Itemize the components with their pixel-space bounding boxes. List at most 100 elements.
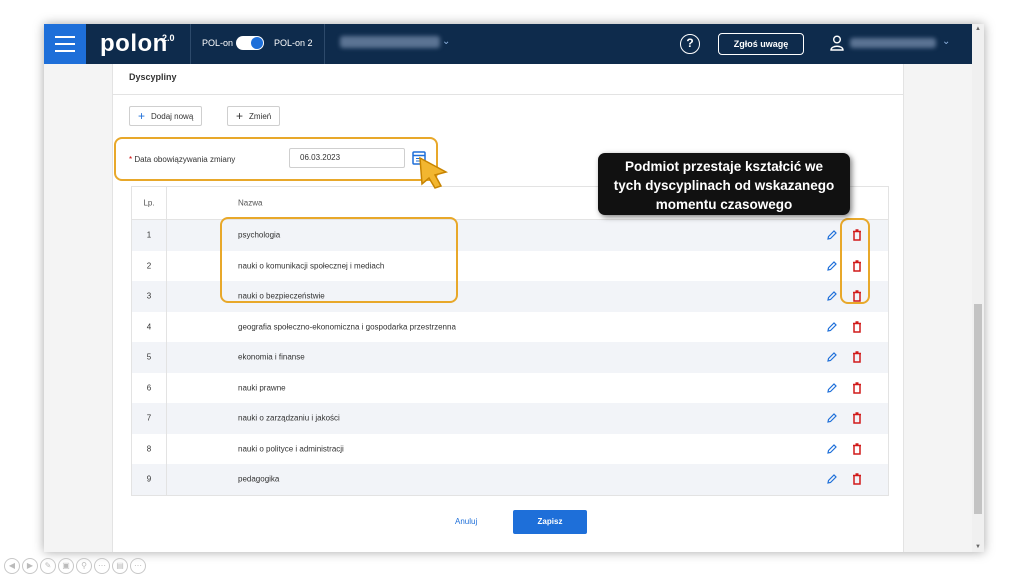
delete-trash-icon[interactable] [852, 473, 862, 485]
divider [166, 464, 167, 495]
divider [166, 220, 167, 251]
menu-icon[interactable]: ⋯ [94, 558, 110, 574]
form-actions: Anuluj Zapisz [113, 510, 903, 536]
table-row: 4 geografia społeczno-ekonomiczna i gospo… [132, 311, 888, 342]
cancel-button[interactable]: Anuluj [455, 517, 477, 526]
toggle-label-right: POL-on 2 [274, 38, 313, 48]
plus-icon: + [138, 109, 146, 123]
edit-pencil-icon[interactable] [826, 290, 838, 302]
institution-selector[interactable] [340, 36, 440, 48]
annotation-callout: Podmiot przestaje kształcić we tych dysc… [598, 153, 850, 215]
pointer-cursor-icon [419, 156, 449, 189]
date-label: * Data obowiązywania zmiany [129, 155, 235, 164]
section-title: Dyscypliny [129, 72, 177, 82]
edit-pencil-icon[interactable] [826, 382, 838, 394]
top-navbar: polon 2.0 POL-on POL-on 2 ⌄ ? Zgłoś uwag… [44, 24, 972, 64]
row-number: 3 [146, 291, 152, 301]
help-icon[interactable]: ? [680, 34, 700, 54]
discipline-name: nauki o komunikacji społecznej i mediach [238, 261, 385, 271]
delete-trash-icon[interactable] [852, 290, 862, 302]
edit-pencil-icon[interactable] [826, 229, 838, 241]
pen-icon[interactable]: ✎ [40, 558, 56, 574]
table-row: 3 nauki o bezpieczeństwie [132, 281, 888, 312]
discipline-name: nauki o zarządzaniu i jakości [238, 413, 340, 423]
edit-pencil-icon[interactable] [826, 260, 838, 272]
discipline-name: psychologia [238, 230, 281, 240]
disciplines-table: Lp. Nazwa 1 psychologia 2 nauki o komunikac… [131, 186, 889, 496]
divider [166, 281, 167, 312]
edit-pencil-icon[interactable] [826, 443, 838, 455]
next-icon[interactable]: ▶ [22, 558, 38, 574]
add-new-button[interactable]: + Dodaj nową [129, 106, 203, 126]
discipline-name: nauki o bezpieczeństwie [238, 291, 325, 301]
divider [166, 433, 167, 464]
delete-trash-icon[interactable] [852, 412, 862, 424]
edit-pencil-icon[interactable] [826, 321, 838, 333]
more-icon[interactable]: ⋯ [130, 558, 146, 574]
discipline-name: pedagogika [238, 474, 280, 484]
table-row: 1 psychologia [132, 220, 888, 251]
slides-icon[interactable]: ▣ [58, 558, 74, 574]
main-content: Dyscypliny + Dodaj nową + Zmień * Data obo… [44, 64, 972, 552]
column-header-lp: Lp. [143, 198, 155, 208]
row-number: 6 [146, 383, 152, 393]
captions-icon[interactable]: ▤ [112, 558, 128, 574]
row-number: 2 [146, 261, 152, 271]
callout-line: momentu czasowego [655, 197, 793, 212]
change-button[interactable]: + Zmień [227, 106, 281, 126]
user-icon[interactable] [830, 35, 844, 51]
row-number: 9 [146, 474, 152, 484]
required-mark: * [129, 155, 133, 164]
save-button[interactable]: Zapisz [513, 510, 587, 534]
callout-line: Podmiot przestaje kształcić we [624, 159, 824, 174]
table-row: 7 nauki o zarządzaniu i jakości [132, 403, 888, 434]
edit-pencil-icon[interactable] [826, 351, 838, 363]
delete-trash-icon[interactable] [852, 321, 862, 333]
add-new-label: Dodaj nową [151, 112, 194, 121]
scroll-thumb[interactable] [974, 304, 982, 514]
plus-icon: + [236, 109, 244, 123]
divider [166, 187, 167, 219]
discipline-name: nauki o polityce i administracji [238, 444, 344, 454]
pol-on-version-toggle[interactable] [236, 36, 264, 50]
vertical-scrollbar[interactable]: ▲ ▼ [972, 24, 984, 552]
change-label: Zmień [249, 112, 272, 121]
edit-pencil-icon[interactable] [826, 473, 838, 485]
divider [324, 24, 325, 64]
row-number: 5 [146, 352, 152, 362]
scroll-up-icon[interactable]: ▲ [975, 26, 981, 32]
column-header-name: Nazwa [238, 198, 263, 208]
polon-logo[interactable]: polon [100, 30, 168, 58]
scroll-down-icon[interactable]: ▼ [975, 544, 981, 550]
previous-icon[interactable]: ◀ [4, 558, 20, 574]
hamburger-menu-icon[interactable] [44, 24, 86, 64]
report-feedback-button[interactable]: Zgłoś uwagę [718, 33, 804, 55]
callout-line: tych dyscyplinach od wskazanego [613, 178, 835, 193]
row-number: 4 [146, 322, 152, 332]
chevron-down-icon[interactable]: ⌄ [942, 36, 950, 47]
chevron-down-icon[interactable]: ⌄ [442, 36, 450, 47]
delete-trash-icon[interactable] [852, 443, 862, 455]
zoom-icon[interactable]: ⚲ [76, 558, 92, 574]
divider [166, 372, 167, 403]
divider [166, 250, 167, 281]
divider [166, 342, 167, 373]
discipline-name: ekonomia i finanse [238, 352, 305, 362]
edit-pencil-icon[interactable] [826, 412, 838, 424]
discipline-name: nauki prawne [238, 383, 286, 393]
delete-trash-icon[interactable] [852, 229, 862, 241]
table-row: 8 nauki o polityce i administracji [132, 433, 888, 464]
logo-version: 2.0 [162, 33, 175, 43]
delete-trash-icon[interactable] [852, 260, 862, 272]
date-label-text: Data obowiązywania zmiany [134, 155, 236, 164]
change-date-input[interactable]: 06.03.2023 [289, 148, 405, 168]
divider [190, 24, 191, 64]
table-row: 6 nauki prawne [132, 372, 888, 403]
divider [166, 311, 167, 342]
delete-trash-icon[interactable] [852, 382, 862, 394]
toggle-label-left: POL-on [202, 38, 234, 48]
table-row: 9 pedagogika [132, 464, 888, 495]
user-name[interactable] [850, 38, 936, 48]
table-row: 5 ekonomia i finanse [132, 342, 888, 373]
delete-trash-icon[interactable] [852, 351, 862, 363]
